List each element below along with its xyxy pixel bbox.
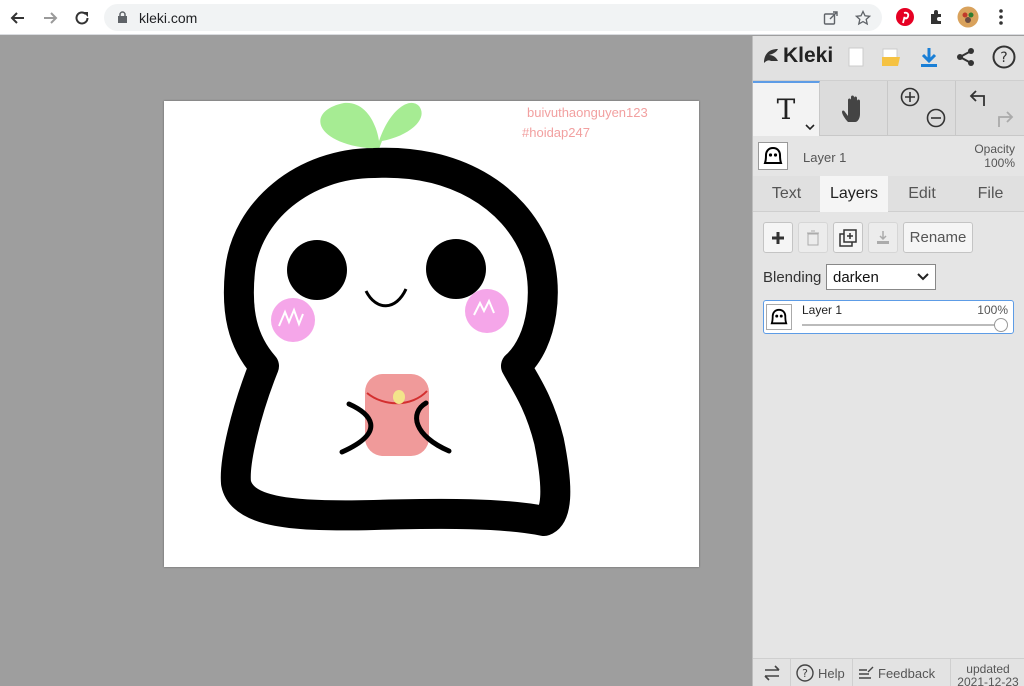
chevron-down-icon <box>805 124 815 131</box>
duplicate-layer-button[interactable] <box>833 222 863 253</box>
extensions-icon[interactable] <box>925 5 949 29</box>
blending-value: darken <box>833 268 879 286</box>
updated-date: 2021-12-23 <box>957 675 1019 686</box>
star-icon[interactable] <box>853 8 873 28</box>
plus-icon <box>772 231 784 244</box>
tab-file[interactable]: File <box>956 176 1024 212</box>
pinterest-icon[interactable] <box>893 5 917 29</box>
layer-item-opacity: 100% <box>977 303 1008 317</box>
redo-icon[interactable] <box>995 109 1015 129</box>
forward-arrow-icon[interactable] <box>37 5 63 31</box>
zoom-out-icon[interactable] <box>926 108 946 128</box>
sprout-leaves <box>320 102 422 149</box>
drawing-canvas[interactable]: buivuthaonguyen123 #hoidap247 <box>164 101 699 567</box>
brand-name: Kleki <box>783 44 834 67</box>
add-layer-button[interactable] <box>763 222 793 253</box>
current-layer-info: Layer 1 Opacity 100% <box>753 136 1024 176</box>
blending-row: Blending darken <box>763 264 936 290</box>
swap-arrows-icon <box>763 665 780 681</box>
feedback-label: Feedback <box>878 665 936 681</box>
delete-layer-button[interactable] <box>798 222 828 253</box>
tab-edit[interactable]: Edit <box>888 176 956 212</box>
drawing-artwork <box>220 102 571 536</box>
download-icon[interactable] <box>914 42 944 72</box>
feedback-icon <box>859 666 874 679</box>
body-outline <box>220 147 571 536</box>
layer-item-name: Layer 1 <box>802 303 843 317</box>
more-icon[interactable] <box>989 5 1013 29</box>
kleki-logo-icon <box>764 49 778 63</box>
layer-item-thumbnail <box>766 304 792 330</box>
layer-opacity-slider-knob[interactable] <box>994 318 1008 332</box>
help-link[interactable]: ? Help <box>791 659 853 686</box>
help-circle-icon: ? <box>796 664 814 682</box>
zoom-in-icon[interactable] <box>900 87 920 107</box>
current-layer-name: Layer 1 <box>803 150 847 165</box>
chevron-down-icon <box>917 273 929 281</box>
svg-text:?: ? <box>1000 50 1007 66</box>
open-folder-icon[interactable] <box>876 42 906 72</box>
hand-tool-button[interactable] <box>820 81 888 136</box>
opacity-value: 100% <box>984 156 1015 170</box>
panel-header: Kleki ? <box>753 36 1024 81</box>
watermark-username: buivuthaonguyen123 <box>527 105 648 120</box>
feedback-link[interactable]: Feedback <box>853 659 951 686</box>
undo-icon[interactable] <box>968 88 988 108</box>
right-eye <box>426 239 486 299</box>
opacity-display: Opacity 100% <box>974 142 1015 170</box>
swap-side-button[interactable] <box>753 659 791 686</box>
url-text: kleki.com <box>139 10 198 26</box>
updated-info[interactable]: updated 2021-12-23 <box>953 663 1023 686</box>
history-buttons <box>956 81 1024 136</box>
side-panel: Kleki ? T Layer 1 Opacity 100% Text Laye… <box>752 36 1024 686</box>
help-icon[interactable]: ? <box>989 42 1019 72</box>
right-cheek <box>465 289 509 333</box>
lock-icon <box>117 11 128 29</box>
new-image-icon[interactable] <box>841 42 871 72</box>
blending-label: Blending <box>763 268 822 286</box>
panel-tabs: Text Layers Edit File <box>753 176 1024 212</box>
address-bar[interactable]: kleki.com <box>104 4 882 31</box>
share-icon[interactable] <box>951 42 981 72</box>
left-eye <box>287 240 347 300</box>
merge-layer-button[interactable] <box>868 222 898 253</box>
zoom-buttons <box>888 81 956 136</box>
text-tool-button[interactable]: T <box>753 81 820 136</box>
tool-bar: T <box>753 81 1024 136</box>
gift-box <box>365 374 429 456</box>
blending-select[interactable]: darken <box>826 264 936 290</box>
help-label: Help <box>818 665 845 681</box>
layer-thumbnail <box>758 142 788 170</box>
left-cheek <box>271 298 315 342</box>
profile-avatar[interactable] <box>956 5 980 29</box>
layer-opacity-slider-track[interactable] <box>802 324 1000 326</box>
kleki-logo[interactable]: Kleki <box>761 44 833 68</box>
merge-down-icon <box>877 230 889 244</box>
browser-toolbar: kleki.com <box>0 0 1024 35</box>
tab-text[interactable]: Text <box>753 176 820 212</box>
layer-list-item[interactable]: Layer 1 100% <box>763 300 1014 334</box>
hand-tool-icon <box>841 95 860 122</box>
text-tool-icon: T <box>776 93 796 126</box>
rename-layer-button[interactable]: Rename <box>903 222 973 253</box>
svg-text:?: ? <box>802 667 808 680</box>
canvas-workspace[interactable]: buivuthaonguyen123 #hoidap247 <box>0 36 752 686</box>
opacity-label: Opacity <box>974 142 1015 156</box>
duplicate-icon <box>839 228 857 247</box>
tab-layers[interactable]: Layers <box>820 176 888 212</box>
reload-icon[interactable] <box>69 5 95 31</box>
trash-icon <box>807 230 819 245</box>
back-arrow-icon[interactable] <box>5 5 31 31</box>
panel-footer: ? Help Feedback updated 2021-12-23 <box>753 658 1024 686</box>
watermark-hashtag: #hoidap247 <box>522 125 590 140</box>
share-page-icon[interactable] <box>821 8 841 28</box>
